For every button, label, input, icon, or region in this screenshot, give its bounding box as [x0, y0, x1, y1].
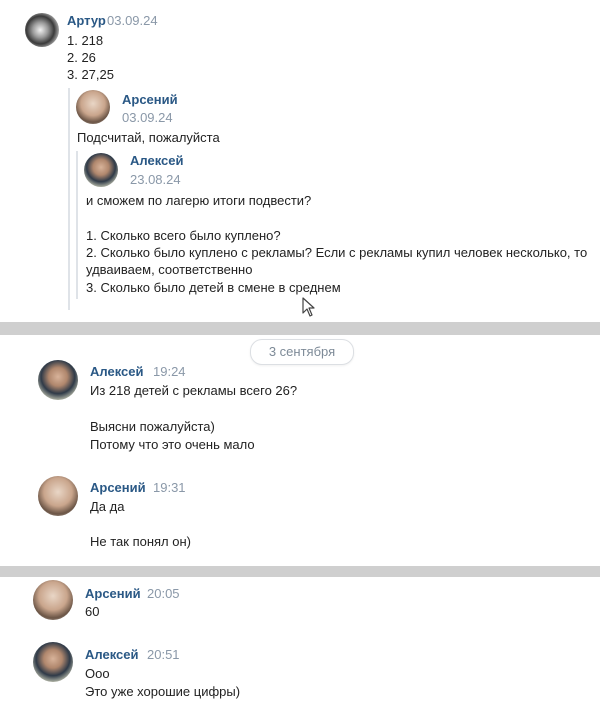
forward-author[interactable]: Алексей	[130, 153, 184, 168]
screenshot-separator	[0, 322, 600, 335]
forward-author[interactable]: Арсений	[122, 92, 178, 107]
message-line: 3. 27,25	[67, 67, 114, 82]
author-name[interactable]: Алексей	[85, 647, 139, 662]
message-time: 19:31	[153, 480, 186, 495]
forward-date: 03.09.24	[122, 110, 173, 125]
avatar-alexey[interactable]	[33, 642, 73, 682]
message-time: 19:24	[153, 364, 186, 379]
author-name[interactable]: Артур	[67, 13, 106, 28]
avatar-arseniy[interactable]	[76, 90, 110, 124]
message-line: 1. 218	[67, 33, 104, 48]
message-time: 20:51	[147, 647, 180, 662]
forward-line: 2. Сколько было куплено с рекламы? Если …	[86, 245, 588, 260]
forward-line: удваиваем, соответственно	[86, 262, 253, 277]
forward-bar-nested	[76, 151, 78, 299]
avatar-alexey[interactable]	[38, 360, 78, 400]
message-line: Не так понял он)	[90, 534, 191, 549]
forward-bar	[68, 88, 70, 310]
message-line: 2. 26	[67, 50, 96, 65]
avatar-alexey[interactable]	[84, 153, 118, 187]
message-time: 20:05	[147, 586, 180, 601]
author-name[interactable]: Арсений	[85, 586, 141, 601]
forward-date: 23.08.24	[130, 172, 181, 187]
forward-line: 1. Сколько всего было куплено?	[86, 228, 281, 243]
forward-text: Подсчитай, пожалуйста	[77, 130, 220, 145]
forward-line: 3. Сколько было детей в смене в среднем	[86, 280, 341, 295]
message-line: Из 218 детей с рекламы всего 26?	[90, 383, 298, 398]
author-name[interactable]: Алексей	[90, 364, 144, 379]
author-name[interactable]: Арсений	[90, 480, 146, 495]
message-line: Да да	[90, 499, 125, 514]
avatar-artur[interactable]	[25, 13, 59, 47]
message-line: Это уже хорошие цифры)	[85, 684, 241, 699]
screenshot-separator	[0, 566, 600, 577]
message-line: Выясни пожалуйста)	[90, 419, 215, 434]
message-date: 03.09.24	[107, 13, 158, 28]
forward-line: и сможем по лагерю итоги подвести?	[86, 193, 312, 208]
avatar-arseniy[interactable]	[33, 580, 73, 620]
message-line: Ооо	[85, 666, 110, 681]
message-line: 60	[85, 604, 100, 619]
avatar-arseniy[interactable]	[38, 476, 78, 516]
mouse-cursor-icon	[302, 297, 315, 317]
date-divider: 3 сентября	[250, 339, 354, 365]
message-line: Потому что это очень мало	[90, 437, 255, 452]
